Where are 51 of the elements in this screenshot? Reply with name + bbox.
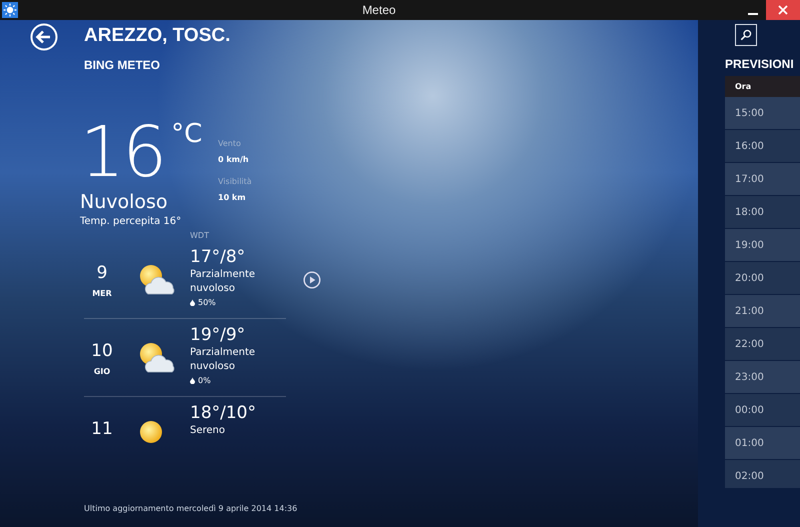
condition: Nuvoloso: [80, 190, 169, 214]
column-header: Ora: [735, 82, 752, 91]
temperature-range: 19°/9°: [190, 324, 246, 346]
weekday: GIO: [92, 367, 112, 376]
source-label: WDT: [190, 231, 210, 241]
table-cell: 01:00: [725, 427, 800, 460]
detail-value: 10 km: [218, 192, 247, 204]
table-cell: 22:00: [725, 328, 800, 361]
table-cell: 19:00: [725, 229, 800, 262]
close-icon: [778, 5, 788, 15]
table-cell: 21:00: [725, 295, 800, 328]
window-title: Meteo: [361, 3, 397, 17]
condition: Parzialmente nuvoloso: [190, 268, 256, 296]
detail-value: 0 km/h: [218, 154, 250, 166]
minimize-icon: [748, 12, 758, 14]
table-cell: 17:00: [725, 163, 800, 196]
last-update: Ultimo aggiornamento mercoledì 9 aprile 2014 14:36: [84, 504, 298, 513]
provider-label: BING METEO: [84, 58, 162, 72]
weekday: MER: [91, 289, 113, 298]
table-cell: 00:00: [725, 394, 800, 427]
location-title: AREZZO, TOSC.: [84, 24, 230, 48]
temperature-range: 17°/8°: [190, 246, 246, 268]
raindrop-icon: [190, 299, 195, 306]
raindrop-icon: [190, 377, 195, 384]
precipitation-chance: 50%: [198, 298, 216, 307]
play-icon: [303, 271, 321, 289]
detail-label: Visibilità: [218, 176, 252, 188]
table-cell: 18:00: [725, 196, 800, 229]
condition: Sereno: [190, 424, 226, 438]
play-button[interactable]: [303, 271, 321, 289]
close-button[interactable]: [766, 0, 800, 20]
table-cell: 23:00: [725, 361, 800, 394]
table-cell: 16:00: [725, 130, 800, 163]
temperature: 16: [80, 118, 166, 186]
search-button[interactable]: [735, 24, 757, 46]
table-cell: 15:00: [725, 97, 800, 130]
condition: Parzialmente nuvoloso: [190, 346, 256, 374]
table-cell: 02:00: [725, 460, 800, 488]
precipitation-chance: 0%: [198, 376, 211, 385]
temperature-range: 18°/10°: [190, 402, 257, 424]
detail-label: Vento: [218, 138, 242, 150]
section-title: PREVISIONI: [725, 57, 795, 71]
sun-icon: [2, 2, 18, 18]
temperature-unit: °C: [171, 118, 202, 150]
table-cell: 20:00: [725, 262, 800, 295]
feels-like: Temp. percepita 16°: [80, 216, 182, 227]
back-button[interactable]: [30, 23, 58, 51]
search-icon: [740, 29, 752, 41]
day-number: 11: [90, 419, 114, 439]
day-number: 10: [90, 341, 114, 361]
day-number: 9: [96, 263, 108, 283]
